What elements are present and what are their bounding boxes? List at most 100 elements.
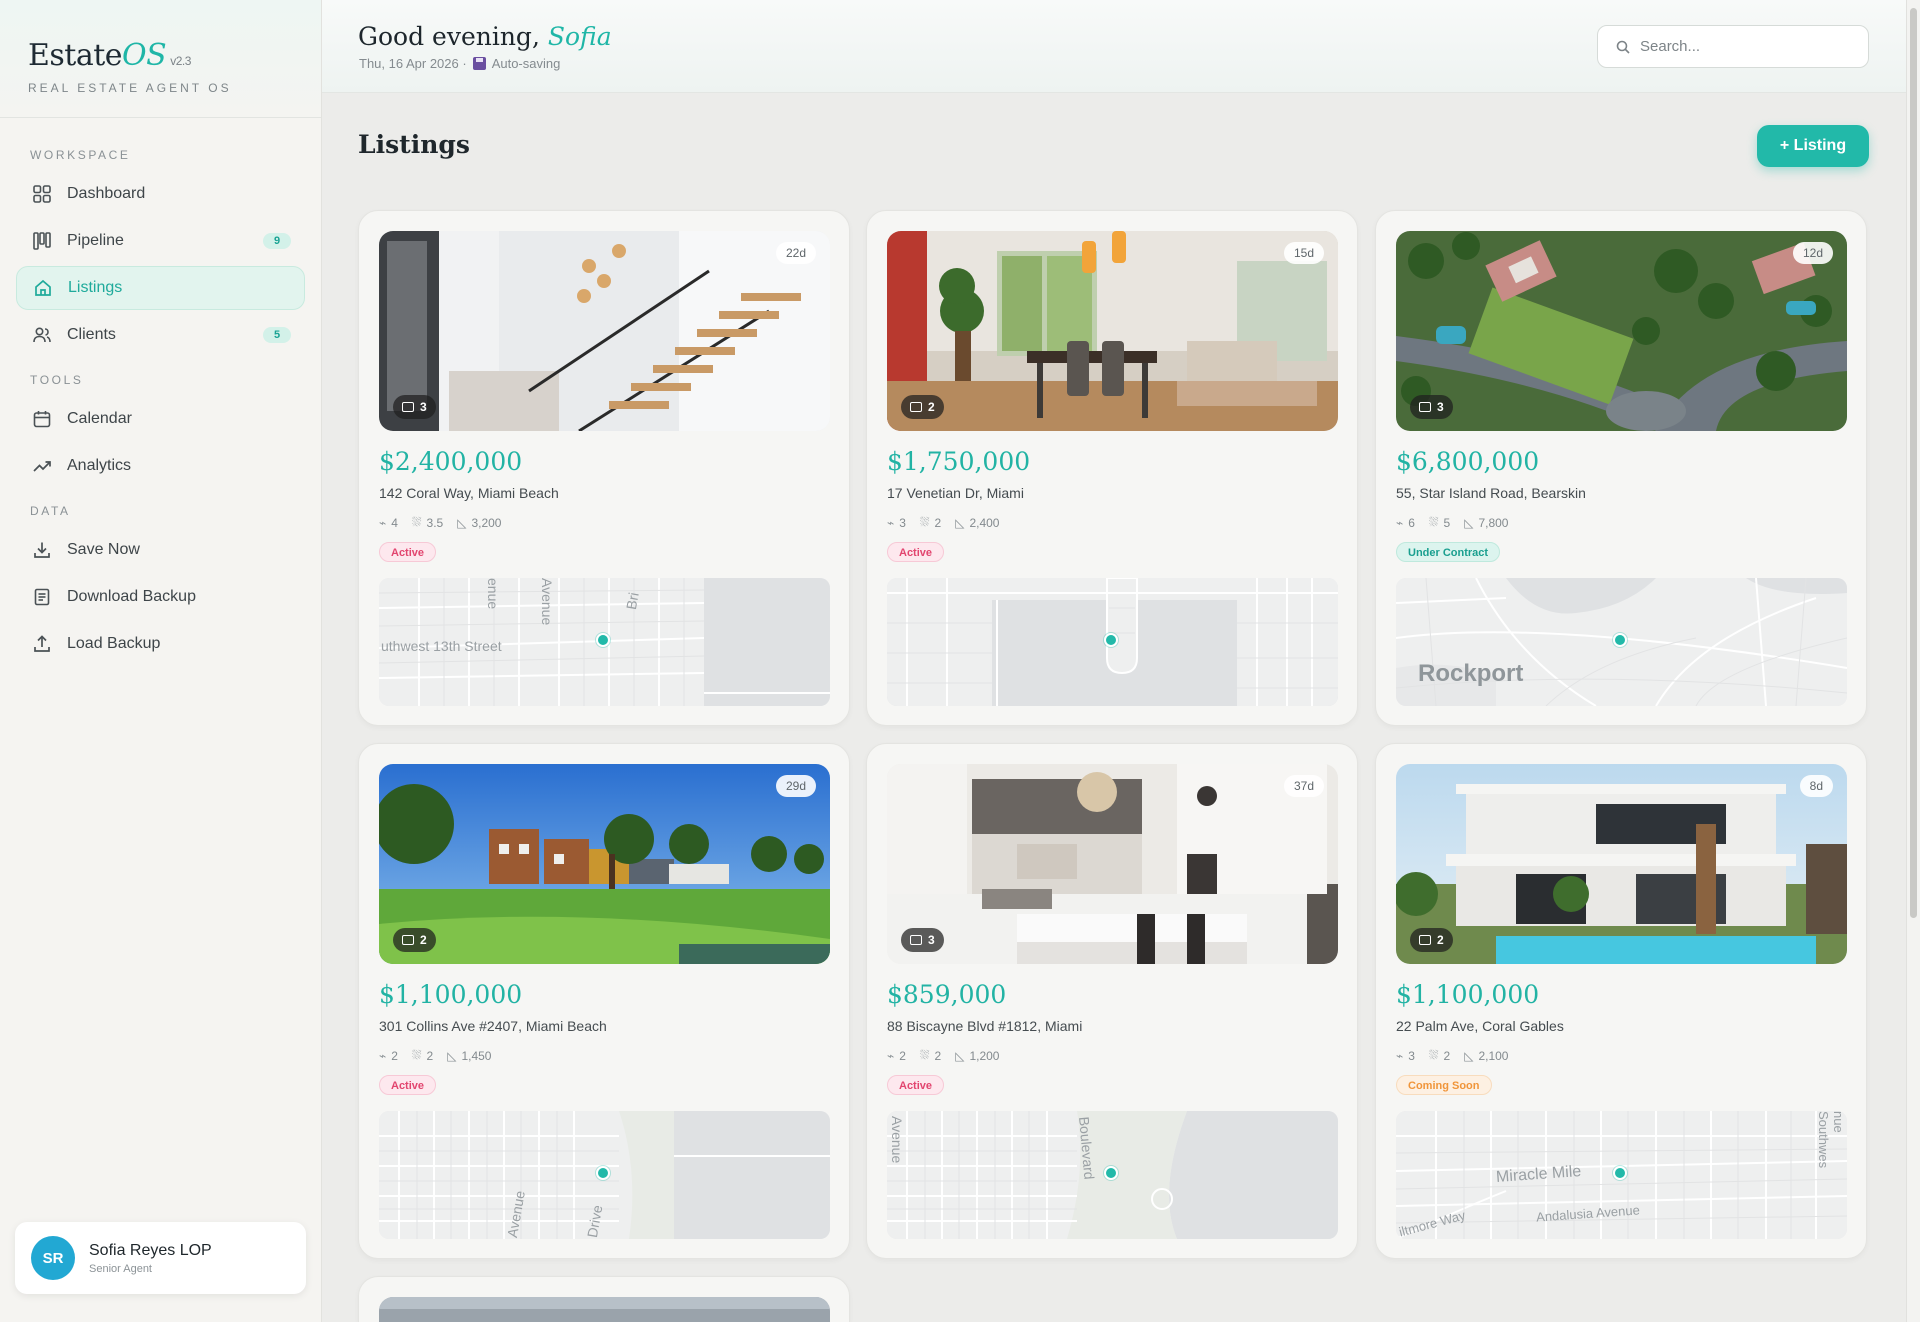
top-bar: Good evening, Sofia Thu, 16 Apr 2026 · A… — [322, 0, 1910, 93]
listing-photo[interactable] — [379, 1297, 830, 1322]
listing-card[interactable]: 29d 2 $1,100,000 301 Collins Ave #2407, … — [358, 743, 850, 1259]
listing-address: 142 Coral Way, Miami Beach — [379, 485, 559, 501]
photo-count-badge[interactable]: 3 — [393, 395, 436, 419]
listing-photo[interactable]: 37d 3 — [887, 764, 1338, 964]
brand-logo[interactable]: EstateOS v2.3 — [28, 38, 321, 73]
listing-card[interactable]: 37d 3 $859,000 88 Biscayne Blvd #1812, M… — [866, 743, 1358, 1259]
grid-icon — [31, 183, 53, 205]
map-location-pin[interactable] — [596, 1166, 610, 1180]
bath-icon: ⛆ — [1428, 515, 1439, 529]
sidebar-item-save-now[interactable]: Save Now — [16, 528, 305, 572]
image-icon — [910, 935, 922, 945]
listing-photo[interactable]: 8d 2 — [1396, 764, 1847, 964]
beds-spec: ⌁ 2 — [379, 1048, 398, 1063]
map-place-label: Rockport — [1418, 660, 1524, 687]
page-title: Listings — [358, 130, 470, 159]
page-scrollbar[interactable] — [1906, 0, 1920, 1322]
sidebar-item-label: Listings — [68, 279, 123, 296]
sidebar-item-pipeline[interactable]: Pipeline 9 — [16, 219, 305, 263]
nav-section-tools: TOOLS — [30, 373, 84, 387]
bath-icon: ⛆ — [1428, 1048, 1439, 1062]
listing-specs: ⌁ 3 ⛆ 2 ◺ 2,100 — [1396, 1048, 1522, 1063]
map-street-label: Bri — [623, 591, 642, 611]
user-profile-card[interactable]: SR Sofia Reyes LOP Senior Agent — [15, 1222, 306, 1294]
listing-map[interactable] — [887, 578, 1338, 706]
baths-spec: ⛆ 3.5 — [411, 515, 444, 530]
map-location-pin[interactable] — [1104, 633, 1118, 647]
baths-spec: ⛆ 2 — [411, 1048, 434, 1063]
download-icon — [31, 539, 53, 561]
map-location-pin[interactable] — [1613, 1166, 1627, 1180]
listing-card[interactable]: 15d 2 $1,750,000 17 Venetian Dr, Miami ⌁… — [866, 210, 1358, 726]
date-line: Thu, 16 Apr 2026 · Auto-saving — [359, 56, 560, 71]
search-box[interactable] — [1597, 25, 1869, 68]
map-location-pin[interactable] — [1104, 1166, 1118, 1180]
listing-map[interactable]: Miracle Mile Andalusia Avenue iltmore Wa… — [1396, 1111, 1847, 1239]
brand-tagline: REAL ESTATE AGENT OS — [28, 81, 232, 95]
kanban-icon — [31, 230, 53, 252]
sidebar-item-download-backup[interactable]: Download Backup — [16, 575, 305, 619]
sidebar-item-label: Pipeline — [67, 232, 124, 249]
sqft-spec: ◺ 1,200 — [955, 1048, 1000, 1063]
sidebar-item-calendar[interactable]: Calendar — [16, 397, 305, 441]
listing-photo[interactable]: 12d 3 — [1396, 231, 1847, 431]
days-on-market-badge: 37d — [1283, 775, 1324, 797]
beds-spec: ⌁ 3 — [887, 515, 906, 530]
sidebar-item-analytics[interactable]: Analytics — [16, 444, 305, 488]
sidebar-item-listings[interactable]: Listings — [16, 266, 305, 310]
sidebar-item-clients[interactable]: Clients 5 — [16, 313, 305, 357]
user-role: Senior Agent — [89, 1262, 152, 1275]
sidebar-item-label: Analytics — [67, 457, 132, 474]
image-icon — [402, 935, 414, 945]
status-badge: Active — [887, 1075, 945, 1095]
add-listing-button[interactable]: + Listing — [1757, 125, 1869, 167]
beds-spec: ⌁ 6 — [1396, 515, 1415, 530]
listing-price: $859,000 — [887, 980, 1007, 1009]
bath-icon: ⛆ — [919, 1048, 930, 1062]
beds-spec: ⌁ 2 — [887, 1048, 906, 1063]
listing-photo[interactable]: 22d 3 — [379, 231, 830, 431]
map-location-pin[interactable] — [596, 633, 610, 647]
days-on-market-badge: 29d — [775, 775, 816, 797]
scrollbar-thumb[interactable] — [1910, 8, 1917, 918]
baths-spec: ⛆ 2 — [919, 515, 942, 530]
sidebar-item-load-backup[interactable]: Load Backup — [16, 622, 305, 666]
sqft-spec: ◺ 2,400 — [955, 515, 1000, 530]
beds-spec: ⌁ 4 — [379, 515, 398, 530]
area-icon: ◺ — [955, 1048, 965, 1063]
status-badge: Active — [379, 542, 437, 562]
listing-card[interactable] — [358, 1276, 850, 1322]
user-name: Sofia Reyes LOP — [89, 1241, 212, 1259]
sqft-spec: ◺ 1,450 — [447, 1048, 492, 1063]
listing-map[interactable]: Avenue Drive — [379, 1111, 830, 1239]
listing-photo[interactable]: 15d 2 — [887, 231, 1338, 431]
bed-icon: ⌁ — [1396, 1048, 1404, 1063]
listing-map[interactable]: uthwest 13th Street Avenue enue Bri — [379, 578, 830, 706]
listing-card[interactable]: 22d 3 $2,400,000 142 Coral Way, Miami Be… — [358, 210, 850, 726]
photo-count-badge[interactable]: 2 — [901, 395, 944, 419]
photo-count-badge[interactable]: 3 — [1410, 395, 1453, 419]
bath-icon: ⛆ — [411, 515, 422, 529]
image-icon — [402, 402, 414, 412]
listing-card[interactable]: 12d 3 $6,800,000 55, Star Island Road, B… — [1375, 210, 1867, 726]
bath-icon: ⛆ — [411, 1048, 422, 1062]
search-input[interactable] — [1640, 38, 1840, 55]
brand-block: EstateOS v2.3 REAL ESTATE AGENT OS — [0, 0, 321, 118]
listing-map[interactable]: Boulevard Avenue — [887, 1111, 1338, 1239]
map-street-label: Avenue — [889, 1116, 905, 1164]
area-icon: ◺ — [1464, 515, 1474, 530]
listing-card[interactable]: 8d 2 $1,100,000 22 Palm Ave, Coral Gable… — [1375, 743, 1867, 1259]
status-badge: Under Contract — [1396, 542, 1501, 562]
baths-spec: ⛆ 2 — [1428, 1048, 1451, 1063]
photo-count-badge[interactable]: 2 — [1410, 928, 1453, 952]
map-location-pin[interactable] — [1613, 633, 1627, 647]
home-icon — [32, 277, 54, 299]
listing-map[interactable]: Rockport — [1396, 578, 1847, 706]
photo-count-badge[interactable]: 3 — [901, 928, 944, 952]
listing-photo[interactable]: 29d 2 — [379, 764, 830, 964]
sidebar-item-dashboard[interactable]: Dashboard — [16, 172, 305, 216]
sidebar-item-label: Dashboard — [67, 185, 146, 202]
listing-address: 17 Venetian Dr, Miami — [887, 485, 1024, 501]
image-icon — [1419, 402, 1431, 412]
photo-count-badge[interactable]: 2 — [393, 928, 436, 952]
